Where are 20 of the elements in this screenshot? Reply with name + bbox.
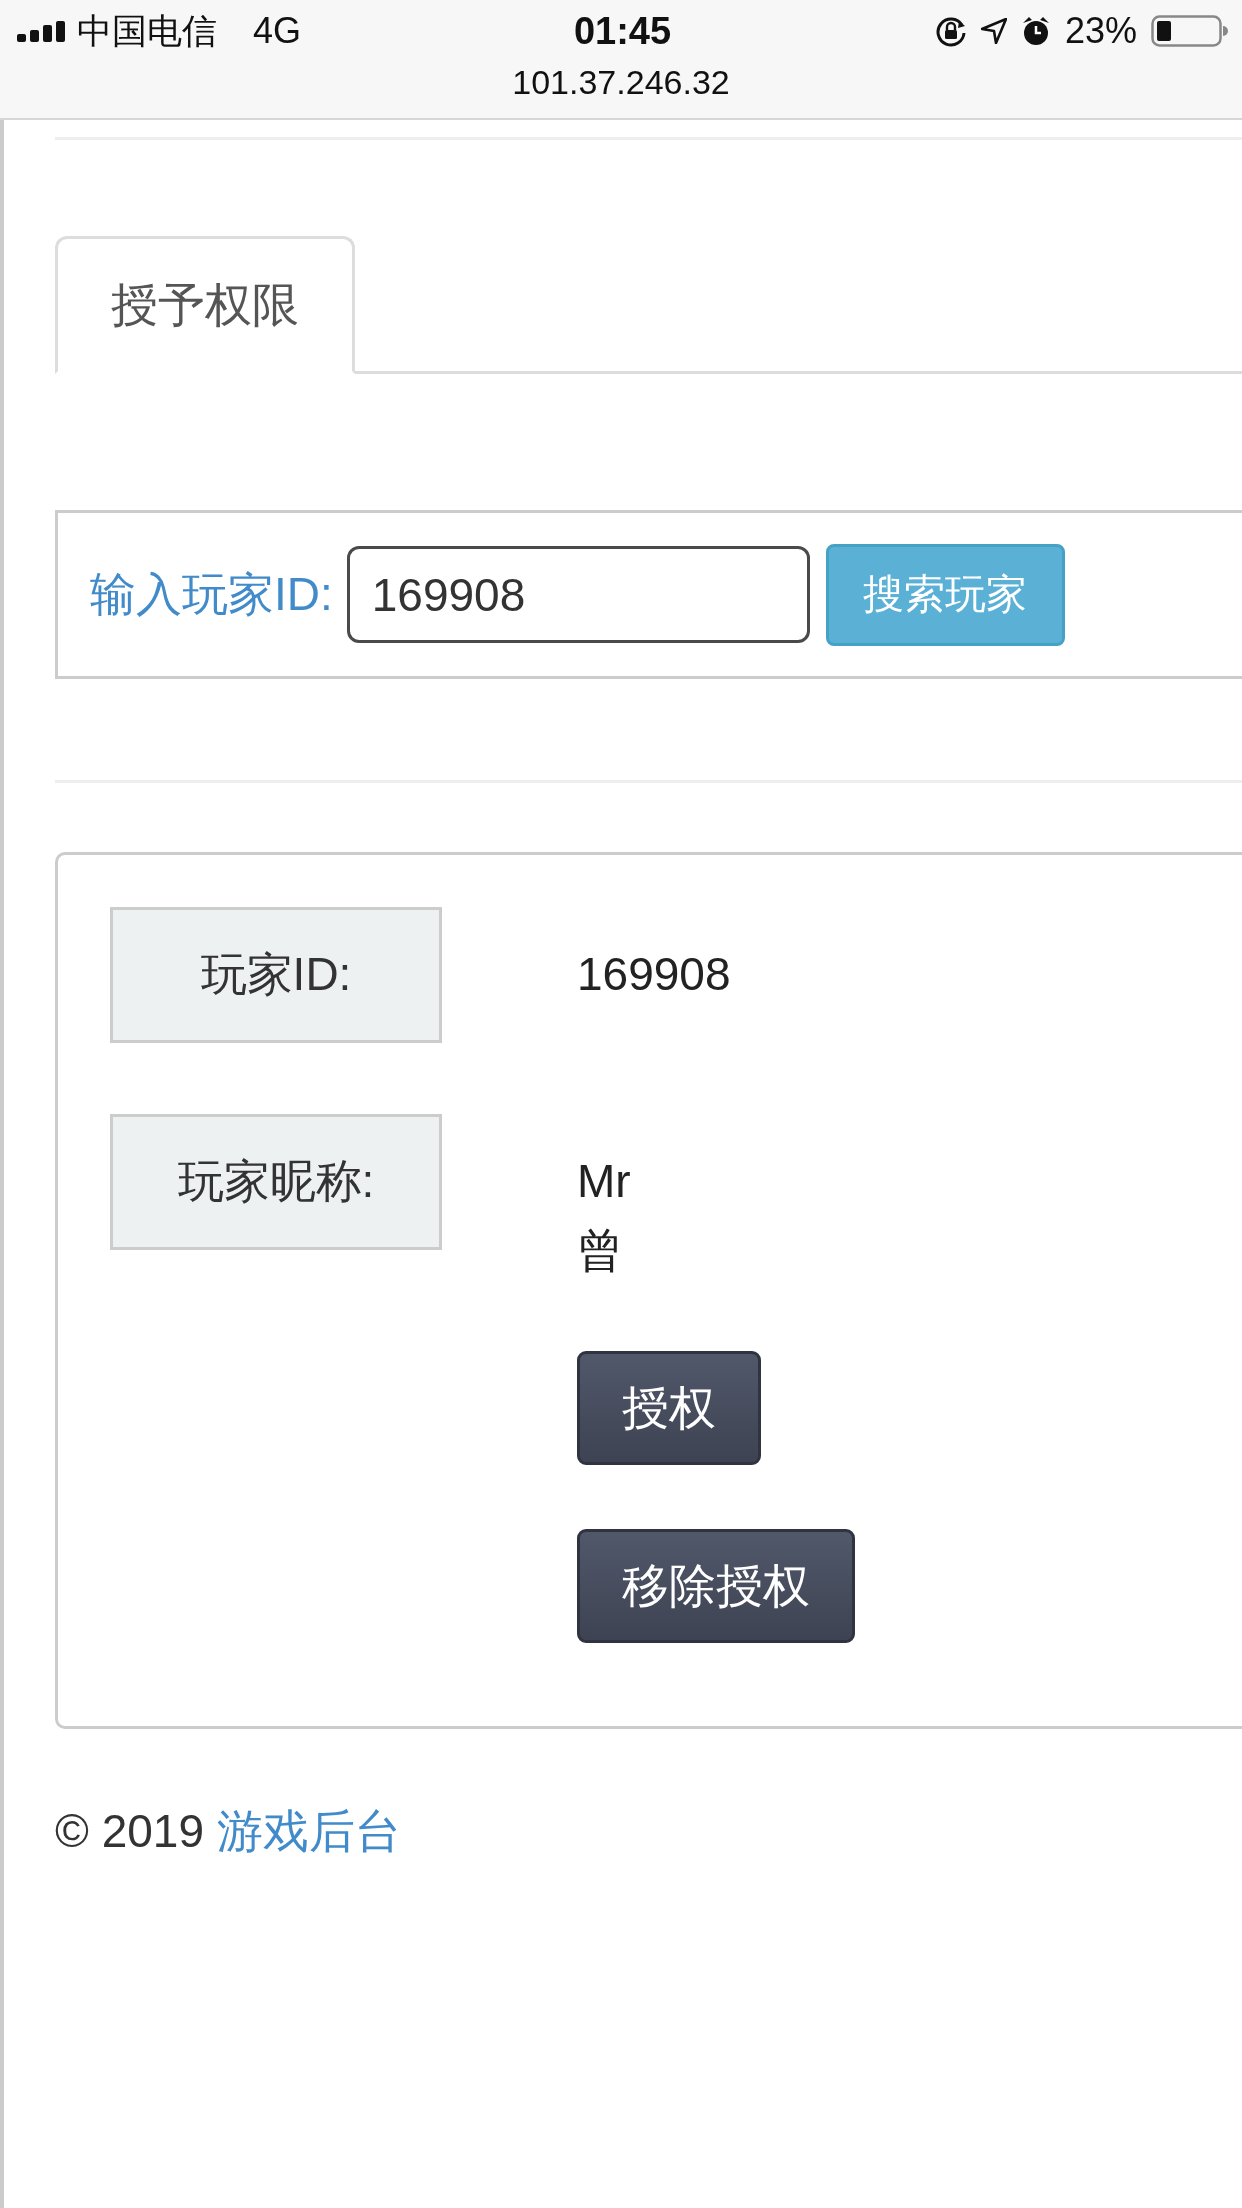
battery-icon (1151, 15, 1228, 47)
location-arrow-icon (980, 18, 1007, 44)
field-label: 玩家昵称: (110, 1114, 442, 1250)
player-id-input[interactable]: 169908 (346, 546, 810, 643)
action-button[interactable]: 移除授权 (577, 1529, 855, 1643)
footer-link[interactable]: 游戏后台 (217, 1801, 401, 1861)
battery-percent: 23% (1064, 10, 1137, 52)
signal-icon (17, 20, 65, 42)
player-id-label: 输入玩家ID: (90, 566, 333, 622)
tab[interactable]: 授予权限 (55, 236, 355, 374)
field-value: 169908 (577, 947, 731, 1002)
field-label: 玩家ID: (110, 907, 442, 1043)
action-button[interactable]: 授权 (577, 1351, 761, 1465)
field-value: Mr 曾 (577, 1154, 631, 1278)
page-url: 101.37.246.32 (511, 62, 731, 102)
rotation-lock-icon (934, 15, 967, 47)
carrier-name: 中国电信 (77, 9, 217, 52)
clock-time: 01:45 (573, 9, 672, 53)
copyright-text: © 2019 (55, 1804, 204, 1859)
network-type: 4G (253, 10, 302, 52)
